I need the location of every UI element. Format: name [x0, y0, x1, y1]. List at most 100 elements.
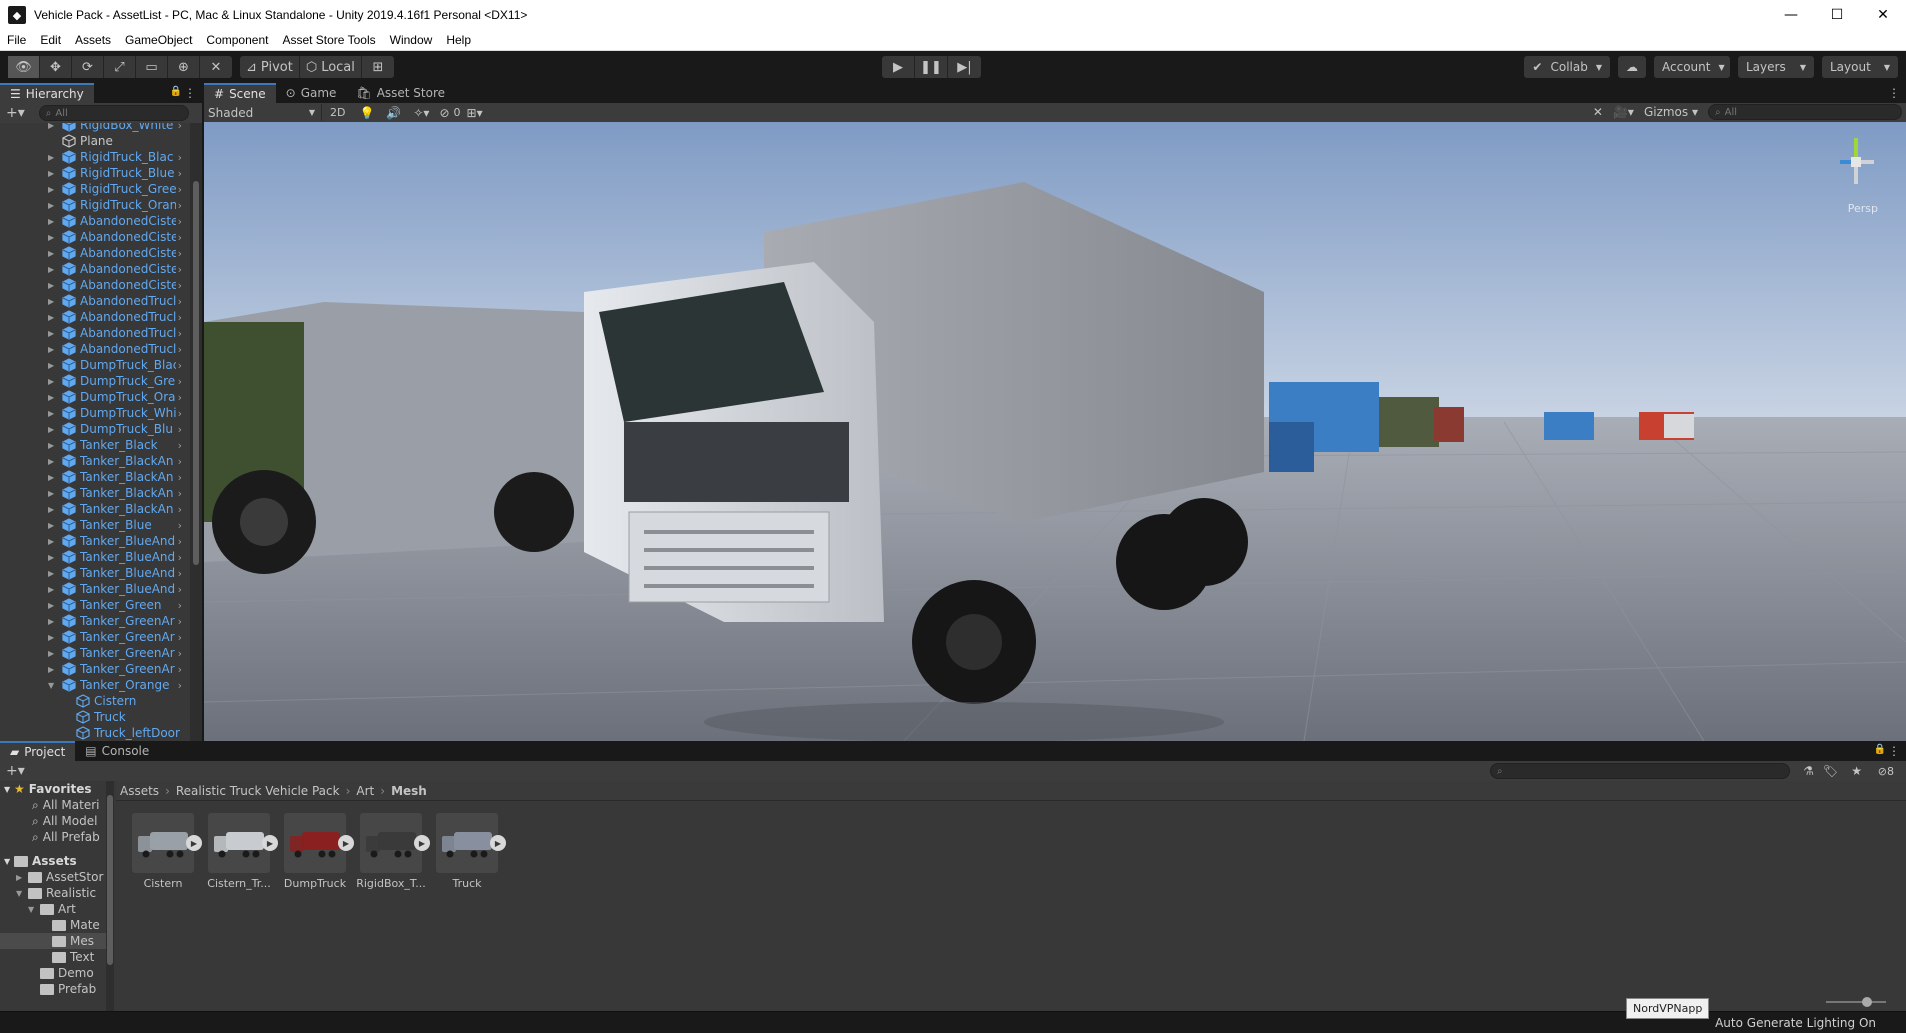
- hierarchy-item[interactable]: ▶ Tanker_BlackAn ›: [0, 485, 190, 501]
- expand-arrow-icon[interactable]: ▶: [48, 601, 58, 610]
- hierarchy-item[interactable]: ▶ AbandonedCiste ›: [0, 277, 190, 293]
- expand-arrow-icon[interactable]: ▶: [48, 537, 58, 546]
- hierarchy-item[interactable]: ▶ Tanker_BlueAnd ›: [0, 565, 190, 581]
- hierarchy-item[interactable]: ▶ RigidBox_White ›: [0, 123, 190, 133]
- expand-arrow-icon[interactable]: ▶: [48, 249, 58, 258]
- step-icon[interactable]: ▶|: [948, 56, 981, 78]
- tab-hierarchy[interactable]: ☰ Hierarchy: [0, 83, 94, 103]
- kebab-menu-icon[interactable]: ⋮: [1888, 744, 1900, 758]
- chevron-right-icon[interactable]: ›: [178, 279, 182, 292]
- expand-arrow-icon[interactable]: ▼: [16, 889, 28, 898]
- hierarchy-item[interactable]: ▶ AbandonedCiste ›: [0, 245, 190, 261]
- hierarchy-item[interactable]: ▶ DumpTruck_Ora ›: [0, 389, 190, 405]
- asset-item[interactable]: ▶ Cistern_Tr...: [207, 813, 278, 890]
- create-button[interactable]: +▾: [0, 763, 29, 779]
- expand-arrow-icon[interactable]: ▶: [48, 585, 58, 594]
- grid-toggle-icon[interactable]: ⊞▾: [461, 106, 489, 120]
- scene-search-input[interactable]: ⌕ All: [1708, 104, 1902, 120]
- account-dropdown[interactable]: Account ▼: [1654, 56, 1730, 78]
- local-toggle[interactable]: ⬡ Local: [300, 56, 362, 78]
- hierarchy-item[interactable]: ▶ Tanker_BlackAn ›: [0, 469, 190, 485]
- tab-scene[interactable]: # Scene: [204, 83, 276, 103]
- chevron-right-icon[interactable]: ›: [178, 247, 182, 260]
- chevron-right-icon[interactable]: ›: [178, 375, 182, 388]
- hidden-packages-icon[interactable]: ⊘8: [1878, 765, 1894, 778]
- expand-arrow-icon[interactable]: ▶: [48, 617, 58, 626]
- hierarchy-item[interactable]: ▶ DumpTruck_Gre ›: [0, 373, 190, 389]
- hierarchy-item[interactable]: ▶ AbandonedTrucl ›: [0, 341, 190, 357]
- chevron-right-icon[interactable]: ›: [178, 663, 182, 676]
- chevron-right-icon[interactable]: ›: [178, 631, 182, 644]
- camera-icon[interactable]: 🎥▾: [1613, 105, 1634, 119]
- breadcrumb-art[interactable]: Art: [356, 784, 374, 798]
- expand-arrow-icon[interactable]: ▶: [48, 505, 58, 514]
- hierarchy-item[interactable]: Truck: [0, 709, 190, 725]
- tab-game[interactable]: ⊙ Game: [276, 83, 347, 103]
- chevron-right-icon[interactable]: ›: [178, 679, 182, 692]
- hierarchy-item[interactable]: ▶ DumpTruck_Whi ›: [0, 405, 190, 421]
- hierarchy-item[interactable]: Cistern: [0, 693, 190, 709]
- view-tool-icon[interactable]: 👁: [8, 56, 40, 78]
- cloud-button[interactable]: ☁: [1618, 56, 1646, 78]
- hierarchy-item[interactable]: ▶ DumpTruck_Blu ›: [0, 421, 190, 437]
- expand-arrow-icon[interactable]: ▶: [48, 457, 58, 466]
- chevron-right-icon[interactable]: ›: [178, 423, 182, 436]
- chevron-right-icon[interactable]: ›: [178, 583, 182, 596]
- rect-tool-icon[interactable]: ▭: [136, 56, 168, 78]
- hierarchy-item[interactable]: ▶ AbandonedCiste ›: [0, 213, 190, 229]
- expand-asset-icon[interactable]: ▶: [186, 835, 202, 851]
- chevron-right-icon[interactable]: ›: [178, 391, 182, 404]
- expand-asset-icon[interactable]: ▶: [262, 835, 278, 851]
- hierarchy-item[interactable]: ▶ Tanker_GreenAr ›: [0, 629, 190, 645]
- expand-arrow-icon[interactable]: ▶: [48, 425, 58, 434]
- move-tool-icon[interactable]: ✥: [40, 56, 72, 78]
- favorite-item[interactable]: ⌕ All Prefab: [0, 829, 113, 845]
- expand-asset-icon[interactable]: ▶: [490, 835, 506, 851]
- chevron-right-icon[interactable]: ›: [178, 215, 182, 228]
- play-icon[interactable]: ▶: [882, 56, 915, 78]
- chevron-right-icon[interactable]: ›: [178, 455, 182, 468]
- expand-arrow-icon[interactable]: ▶: [48, 313, 58, 322]
- expand-arrow-icon[interactable]: ▶: [48, 217, 58, 226]
- tab-console[interactable]: ▤ Console: [75, 741, 159, 761]
- expand-arrow-icon[interactable]: ▶: [48, 393, 58, 402]
- menu-asset-store-tools[interactable]: Asset Store Tools: [275, 33, 382, 47]
- toggle-2d-button[interactable]: 2D: [322, 106, 353, 119]
- chevron-right-icon[interactable]: ›: [178, 311, 182, 324]
- breadcrumb-realistic-truck[interactable]: Realistic Truck Vehicle Pack: [176, 784, 340, 798]
- create-button[interactable]: +▾: [0, 105, 29, 121]
- expand-arrow-icon[interactable]: ▶: [48, 409, 58, 418]
- expand-asset-icon[interactable]: ▶: [414, 835, 430, 851]
- chevron-right-icon[interactable]: ›: [178, 123, 182, 132]
- minimize-button[interactable]: —: [1768, 0, 1814, 30]
- assets-header[interactable]: ▼ Assets: [0, 853, 113, 869]
- expand-arrow-icon[interactable]: ▶: [48, 665, 58, 674]
- tab-asset-store[interactable]: 🛍 Asset Store: [346, 83, 455, 103]
- hierarchy-item[interactable]: ▶ AbandonedTrucl ›: [0, 325, 190, 341]
- layout-dropdown[interactable]: Layout ▼: [1822, 56, 1898, 78]
- thumbnail-size-slider[interactable]: [1826, 997, 1886, 1007]
- hierarchy-item[interactable]: ▶ AbandonedTrucl ›: [0, 293, 190, 309]
- chevron-right-icon[interactable]: ›: [178, 519, 182, 532]
- favorites-header[interactable]: ▼ ★ Favorites: [0, 781, 113, 797]
- chevron-right-icon[interactable]: ›: [178, 151, 182, 164]
- expand-arrow-icon[interactable]: ▼: [28, 905, 40, 914]
- menu-window[interactable]: Window: [383, 33, 440, 47]
- tab-project[interactable]: ▰ Project: [0, 741, 76, 761]
- orientation-gizmo[interactable]: [1826, 132, 1886, 192]
- hierarchy-item[interactable]: ▶ RigidTruck_Gree ›: [0, 181, 190, 197]
- expand-arrow-icon[interactable]: ▶: [48, 169, 58, 178]
- chevron-right-icon[interactable]: ›: [178, 615, 182, 628]
- folder-item[interactable]: Mes: [0, 933, 113, 949]
- hierarchy-item[interactable]: ▶ Tanker_Green ›: [0, 597, 190, 613]
- kebab-menu-icon[interactable]: ⋮: [1888, 86, 1900, 100]
- expand-arrow-icon[interactable]: ▶: [48, 123, 58, 130]
- expand-arrow-icon[interactable]: ▶: [48, 521, 58, 530]
- expand-arrow-icon[interactable]: ▶: [48, 441, 58, 450]
- hierarchy-item[interactable]: ▶ Tanker_BlueAnd ›: [0, 581, 190, 597]
- tree-scrollbar[interactable]: [106, 781, 114, 1011]
- maximize-button[interactable]: ☐: [1814, 0, 1860, 30]
- menu-help[interactable]: Help: [439, 33, 478, 47]
- chevron-right-icon[interactable]: ›: [178, 231, 182, 244]
- hierarchy-item[interactable]: ▶ Tanker_Black ›: [0, 437, 190, 453]
